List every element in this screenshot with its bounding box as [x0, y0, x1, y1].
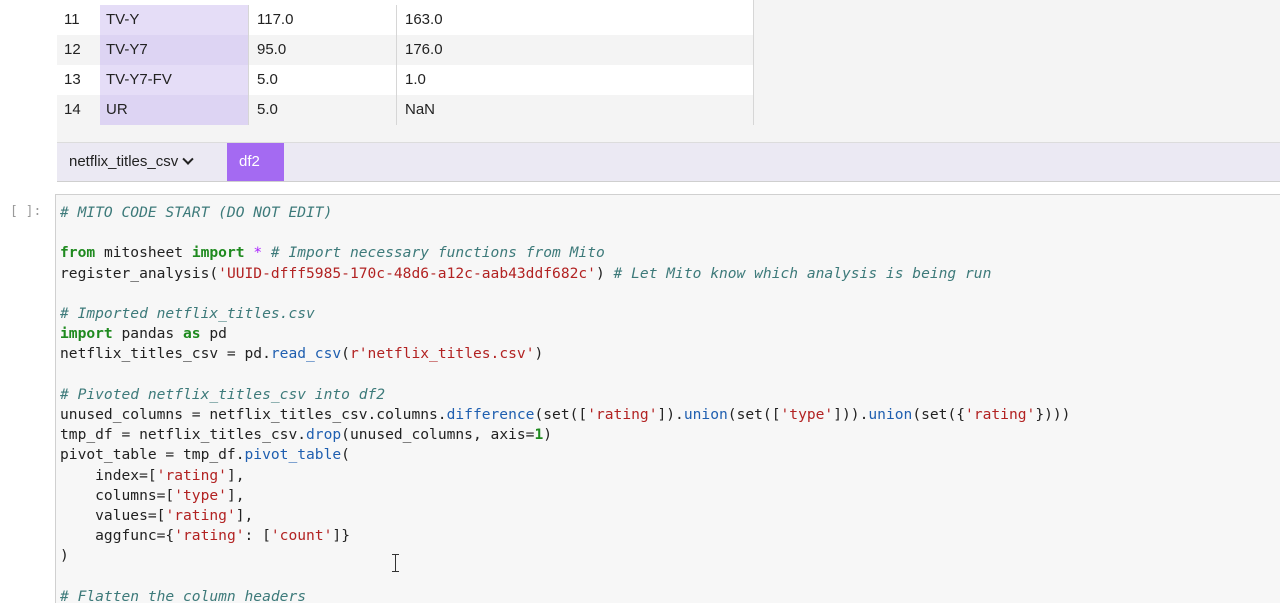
code-function: drop — [306, 426, 342, 444]
code-comment: # Pivoted netflix_titles_csv into df2 — [60, 385, 386, 403]
code-string: 'rating' — [587, 406, 658, 424]
row-index: 11 — [64, 11, 80, 28]
code-token: : [ — [244, 527, 271, 545]
sheet-grid: 11 TV-Y 117.0 163.0 12 TV-Y7 95.0 176.0 … — [57, 0, 754, 125]
tv-show-cell[interactable]: 176.0 — [397, 35, 753, 65]
code-string: 'rating' — [156, 466, 227, 484]
table-row[interactable]: 13 TV-Y7-FV 5.0 1.0 — [57, 65, 753, 95]
code-token: ], — [226, 486, 245, 504]
code-token: pd — [200, 325, 227, 343]
tab-netflix-titles-csv[interactable]: netflix_titles_csv — [57, 143, 226, 181]
code-token: }))) — [1035, 406, 1071, 424]
movie-cell[interactable]: 5.0 — [248, 95, 397, 125]
code-comment: # Imported netflix_titles.csv — [60, 305, 315, 323]
code-string: 'rating' — [965, 406, 1036, 424]
code-token: mitosheet — [95, 244, 192, 262]
table-row[interactable]: 12 TV-Y7 95.0 176.0 — [57, 35, 753, 65]
tab-label: df2 — [239, 153, 260, 170]
code-text[interactable]: # MITO CODE START (DO NOT EDIT) from mit… — [60, 203, 1070, 607]
code-keyword: as — [183, 325, 201, 343]
code-comment: # Let Mito know which analysis is being … — [613, 264, 992, 282]
code-token: ) — [543, 426, 553, 444]
code-function: read_csv — [270, 345, 342, 363]
code-token: index=[ — [60, 466, 157, 484]
code-token: ], — [235, 507, 254, 525]
code-function: difference — [446, 406, 535, 424]
table-row[interactable]: 11 TV-Y 117.0 163.0 — [57, 5, 753, 35]
tab-df2[interactable]: df2 — [227, 143, 284, 203]
tv-show-cell[interactable]: 1.0 — [397, 65, 753, 95]
code-keyword: import — [60, 325, 113, 343]
tv-show-cell[interactable]: NaN — [397, 95, 753, 125]
row-index: 12 — [64, 41, 81, 58]
code-function: pivot_table — [244, 446, 342, 464]
rating-cell[interactable]: TV-Y7-FV — [100, 65, 248, 95]
code-string: 'UUID-dfff5985-170c-48d6-a12c-aab43ddf68… — [218, 264, 596, 282]
text-cursor-icon — [390, 553, 402, 573]
code-string: 'rating' — [165, 507, 236, 525]
code-token: register_analysis( — [60, 264, 219, 282]
code-cell-editor[interactable]: # MITO CODE START (DO NOT EDIT) from mit… — [55, 194, 1280, 605]
code-token: ]). — [657, 406, 684, 424]
code-token: pandas — [112, 325, 184, 343]
code-token: (set([ — [534, 406, 588, 424]
code-token: ]} — [332, 527, 350, 545]
code-string: 'type' — [780, 406, 834, 424]
code-comment: # MITO CODE START (DO NOT EDIT) — [60, 204, 333, 221]
code-comment: # Flatten the column headers — [60, 587, 307, 605]
code-token: (set([ — [727, 406, 781, 424]
rating-cell[interactable]: UR — [100, 95, 248, 125]
code-comment: # Import necessary functions from Mito — [270, 244, 605, 262]
code-token: values=[ — [60, 507, 166, 525]
code-token: pivot_table = tmp_df. — [60, 446, 245, 464]
code-function: union — [683, 406, 728, 424]
code-token: (unused_columns, axis= — [341, 426, 535, 444]
rating-cell[interactable]: TV-Y7 — [100, 35, 248, 65]
code-token: unused_columns = netflix_titles_csv.colu… — [60, 406, 447, 424]
code-number: 1 — [534, 426, 544, 444]
movie-cell[interactable]: 95.0 — [248, 35, 397, 65]
chevron-down-icon[interactable] — [182, 153, 194, 165]
code-token: ], — [226, 466, 245, 484]
code-token: ) — [60, 547, 69, 565]
code-string: 'type' — [174, 486, 227, 504]
tv-show-cell[interactable]: 163.0 — [397, 5, 753, 35]
code-token: ) — [534, 345, 544, 363]
code-token: ) — [595, 264, 614, 282]
row-index: 13 — [64, 71, 81, 88]
tab-label: netflix_titles_csv — [69, 153, 179, 170]
cell-prompt: [ ]: — [10, 204, 42, 219]
row-index: 14 — [64, 101, 81, 118]
mitosheet-output: 11 TV-Y 117.0 163.0 12 TV-Y7 95.0 176.0 … — [57, 0, 1280, 203]
sheet-tab-bar: netflix_titles_csv df2 — [57, 142, 1280, 203]
movie-cell[interactable]: 117.0 — [248, 5, 397, 35]
code-string: r'netflix_titles.csv' — [349, 345, 535, 363]
code-token: ( — [341, 345, 350, 363]
code-string: 'count' — [270, 527, 333, 545]
code-token: ])). — [833, 406, 869, 424]
table-row[interactable]: 14 UR 5.0 NaN — [57, 95, 753, 125]
code-token: ( — [341, 446, 350, 464]
code-operator: * — [244, 244, 271, 262]
rating-cell[interactable]: TV-Y — [100, 5, 248, 35]
code-keyword: import — [191, 244, 245, 262]
code-string: 'rating' — [174, 527, 245, 545]
code-token: (set({ — [912, 406, 966, 424]
code-token: aggfunc={ — [60, 527, 175, 545]
movie-cell[interactable]: 5.0 — [248, 65, 397, 95]
code-token: netflix_titles_csv = pd. — [60, 345, 271, 363]
code-token: columns=[ — [60, 486, 175, 504]
code-function: union — [868, 406, 913, 424]
code-token: tmp_df = netflix_titles_csv. — [60, 426, 307, 444]
code-keyword: from — [60, 244, 96, 262]
